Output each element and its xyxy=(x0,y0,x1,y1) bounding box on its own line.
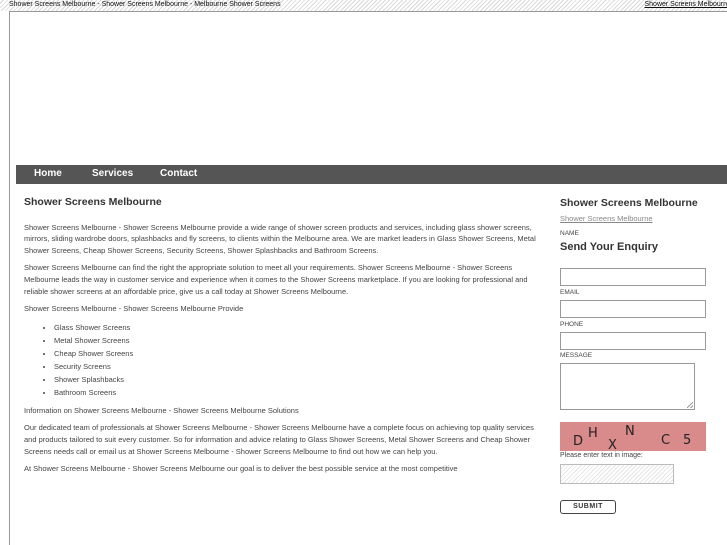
intro-paragraph: Shower Screens Melbourne - Shower Screen… xyxy=(24,222,536,255)
captcha-char: H xyxy=(588,426,598,441)
resize-grip-icon[interactable] xyxy=(687,402,693,408)
name-field[interactable] xyxy=(560,268,706,286)
sidebar: Shower Screens Melbourne Shower Screens … xyxy=(560,197,710,514)
top-bar-link[interactable]: Shower Screens Melbourn xyxy=(645,0,727,10)
main-content: Shower Screens Melbourne Shower Screens … xyxy=(24,196,547,481)
captcha-prompt: Please enter text in image: xyxy=(560,452,643,459)
captcha-char: 5 xyxy=(683,433,691,448)
phone-label: PHONE xyxy=(560,321,584,328)
captcha-char: C xyxy=(661,433,670,448)
information-heading: Information on Shower Screens Melbourne … xyxy=(24,405,299,415)
email-label: EMAIL xyxy=(560,289,580,296)
nav-services[interactable]: Services xyxy=(92,165,133,182)
captcha-char: X xyxy=(608,438,617,451)
main-nav: Home Services Contact xyxy=(16,165,727,184)
captcha-char: D xyxy=(573,434,583,449)
enquiry-title: Send Your Enquiry xyxy=(560,241,658,253)
email-field[interactable] xyxy=(560,300,706,318)
page-title: Shower Screens Melbourne xyxy=(24,196,162,208)
submit-button[interactable]: SUBMIT xyxy=(560,500,616,514)
list-item: Security Screens xyxy=(54,360,547,373)
name-label: NAME xyxy=(560,230,579,237)
list-item: Bathroom Screens xyxy=(54,386,547,399)
message-label: MESSAGE xyxy=(560,352,593,359)
captcha-image: D H X N C 5 xyxy=(560,422,706,451)
captcha-char: N xyxy=(625,424,635,439)
message-field[interactable] xyxy=(560,363,695,410)
services-list: Glass Shower Screens Metal Shower Screen… xyxy=(24,321,547,399)
top-bar-title: Shower Screens Melbourne - Shower Screen… xyxy=(9,1,281,8)
sidebar-link[interactable]: Shower Screens Melbourne xyxy=(560,214,653,223)
team-paragraph: Our dedicated team of professionals at S… xyxy=(24,423,534,456)
solutions-paragraph: Shower Screens Melbourne can find the ri… xyxy=(24,263,528,296)
list-item: Shower Splashbacks xyxy=(54,373,547,386)
phone-field[interactable] xyxy=(560,332,706,350)
sidebar-title: Shower Screens Melbourne xyxy=(560,197,698,209)
list-item: Cheap Shower Screens xyxy=(54,347,547,360)
list-item: Glass Shower Screens xyxy=(54,321,547,334)
nav-contact[interactable]: Contact xyxy=(160,165,197,182)
nav-home[interactable]: Home xyxy=(34,165,62,182)
provide-heading: Shower Screens Melbourne - Shower Screen… xyxy=(24,304,244,314)
top-bar: Shower Screens Melbourne - Shower Screen… xyxy=(0,0,727,11)
goal-paragraph: At Shower Screens Melbourne - Shower Scr… xyxy=(24,464,458,474)
captcha-field[interactable] xyxy=(560,464,674,484)
list-item: Metal Shower Screens xyxy=(54,334,547,347)
